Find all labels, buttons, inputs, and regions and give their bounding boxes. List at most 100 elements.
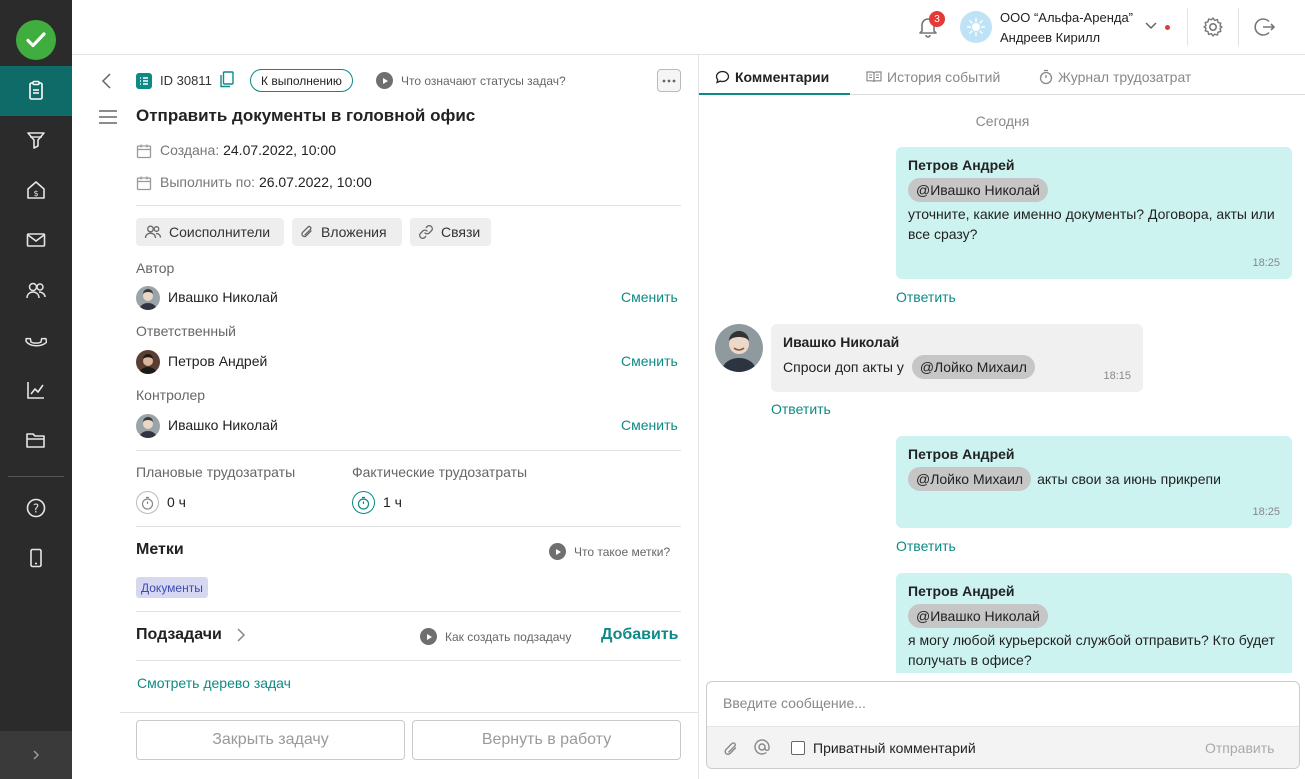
controller-label: Контролер: [136, 387, 206, 403]
subtasks-toggle[interactable]: Подзадачи: [136, 626, 246, 644]
change-controller-link[interactable]: Сменить: [621, 417, 678, 433]
status-badge[interactable]: К выполнению: [250, 69, 353, 92]
task-list-icon: [136, 73, 152, 89]
comments-tabs: Комментарии История событий Журнал трудо…: [699, 55, 1305, 95]
calendar-icon: [136, 175, 152, 191]
reply-link[interactable]: Ответить: [896, 289, 956, 305]
return-to-work-button[interactable]: Вернуть в работу: [412, 720, 681, 760]
org-switcher-button[interactable]: [1144, 21, 1158, 31]
app-logo[interactable]: [16, 20, 56, 60]
chevron-right-icon: [237, 628, 245, 642]
chevron-down-icon: [1145, 22, 1157, 30]
attachments-button[interactable]: Вложения: [292, 218, 402, 246]
sidebar-item-documents[interactable]: [0, 415, 72, 465]
sidebar-item-calls[interactable]: [0, 315, 72, 365]
sidebar-item-analytics[interactable]: [0, 365, 72, 415]
logout-button[interactable]: [1254, 16, 1276, 38]
links-button[interactable]: Связи: [410, 218, 491, 246]
tab-time-log[interactable]: Журнал трудозатрат: [1039, 69, 1191, 85]
tab-time-log-label: Журнал трудозатрат: [1058, 69, 1192, 85]
author-name: Ивашко Николай: [168, 289, 278, 305]
stopwatch-icon: [1039, 69, 1053, 85]
chart-line-icon: [27, 382, 44, 399]
stopwatch-icon[interactable]: [352, 491, 375, 514]
avatar: [136, 350, 160, 374]
mention-chip[interactable]: @Ивашко Николай: [908, 178, 1048, 202]
org-avatar[interactable]: [960, 11, 992, 43]
user-name[interactable]: Андреев Кирилл: [1000, 30, 1100, 45]
change-responsible-link[interactable]: Сменить: [621, 353, 678, 369]
close-task-button[interactable]: Закрыть задачу: [136, 720, 405, 760]
org-name[interactable]: ООО “Альфа-Аренда”: [1000, 10, 1133, 25]
sidebar-item-mail[interactable]: [0, 215, 72, 265]
sidebar-item-sales[interactable]: [0, 115, 72, 165]
divider: [136, 611, 681, 612]
task-tree-link[interactable]: Смотреть дерево задач: [137, 675, 291, 691]
private-comment-checkbox[interactable]: [791, 741, 805, 755]
tag-chip[interactable]: Документы: [136, 577, 208, 598]
at-sign-icon: [754, 739, 770, 755]
reply-link[interactable]: Ответить: [896, 538, 956, 554]
send-button[interactable]: Отправить: [1205, 740, 1274, 756]
mention-button[interactable]: [754, 739, 770, 755]
message-time: 18:25: [1252, 257, 1280, 269]
more-icon: [662, 79, 676, 82]
sidebar-item-finance[interactable]: $: [0, 165, 72, 215]
tab-comments[interactable]: Комментарии: [715, 69, 829, 85]
back-button[interactable]: [100, 72, 114, 90]
mention-chip[interactable]: @Лойко Михаил: [908, 467, 1032, 491]
task-menu-button[interactable]: [99, 109, 117, 125]
mention-chip[interactable]: @Ивашко Николай: [908, 604, 1048, 628]
tab-history[interactable]: История событий: [866, 69, 1000, 85]
help-icon: ?: [26, 498, 46, 518]
sidebar-expand-button[interactable]: [0, 731, 72, 779]
message-text: акты свои за июнь прикрепи: [1037, 471, 1221, 487]
planned-effort-value: 0 ч: [167, 494, 186, 510]
sidebar-item-help[interactable]: ?: [0, 483, 72, 533]
message-text: уточните, какие именно документы? Догово…: [908, 206, 1275, 242]
topbar-divider: [1187, 8, 1188, 46]
topbar: 3 ООО “Альфа-Аренда” Андреев Кирилл: [72, 0, 1305, 55]
status-dot: [1165, 25, 1170, 30]
copy-id-button[interactable]: [220, 71, 234, 88]
message-input[interactable]: Введите сообщение...: [723, 695, 866, 711]
actual-effort-label: Фактические трудозатраты: [352, 464, 528, 480]
links-label: Связи: [441, 224, 481, 240]
phone-icon: [25, 337, 47, 347]
status-help-link[interactable]: Что означают статусы задач?: [376, 72, 566, 89]
tags-help-text: Что такое метки?: [574, 544, 671, 559]
reply-link[interactable]: Ответить: [771, 401, 831, 417]
book-icon: [866, 71, 882, 83]
coexecutors-button[interactable]: Соисполнители: [136, 218, 284, 246]
message-bubble: Петров Андрей @Ивашко Николай я могу люб…: [896, 573, 1292, 673]
divider: [136, 205, 681, 206]
comments-panel: Комментарии История событий Журнал трудо…: [698, 55, 1305, 779]
coexecutors-label: Соисполнители: [169, 224, 271, 240]
divider: [136, 526, 681, 527]
task-panel: ID 30811 К выполнению Что означают стату…: [72, 55, 698, 779]
message-bubble: Петров Андрей @Ивашко Николай уточните, …: [896, 147, 1292, 279]
message-time: 18:25: [1252, 506, 1280, 518]
attachments-label: Вложения: [321, 224, 387, 240]
more-options-button[interactable]: [657, 69, 681, 92]
attach-button[interactable]: [723, 740, 739, 758]
play-icon: [420, 628, 437, 645]
change-author-link[interactable]: Сменить: [621, 289, 678, 305]
sidebar-item-tasks[interactable]: [0, 66, 72, 116]
message-author: Ивашко Николай: [783, 334, 900, 350]
subtasks-help-link[interactable]: Как создать подзадачу: [420, 628, 571, 645]
sidebar-item-contacts[interactable]: [0, 265, 72, 315]
people-icon: [26, 282, 46, 299]
people-icon: [144, 225, 162, 239]
tags-help-link[interactable]: Что такое метки?: [549, 543, 670, 560]
message-text: я могу любой курьерской службой отправит…: [908, 632, 1275, 668]
private-comment-label: Приватный комментарий: [813, 740, 976, 756]
chevron-left-icon: [101, 73, 111, 89]
mention-chip[interactable]: @Лойко Михаил: [911, 355, 1035, 379]
avatar: [136, 414, 160, 438]
sidebar-item-mobile[interactable]: [0, 533, 72, 583]
settings-button[interactable]: [1202, 16, 1224, 38]
controller-name: Ивашко Николай: [168, 417, 278, 433]
add-subtask-button[interactable]: Добавить: [601, 626, 679, 644]
check-icon: [26, 32, 46, 48]
